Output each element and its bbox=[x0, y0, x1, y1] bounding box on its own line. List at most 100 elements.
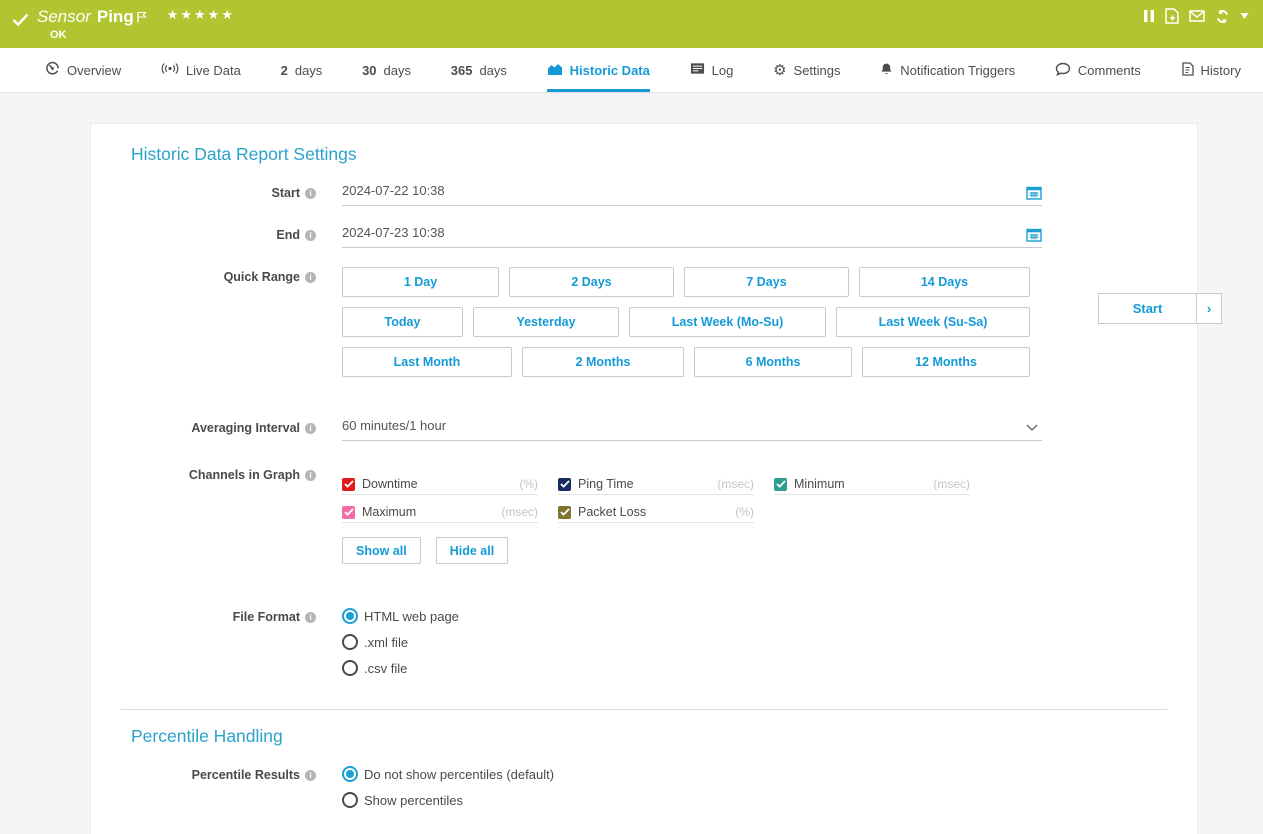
info-icon[interactable]: i bbox=[305, 770, 316, 781]
field-row-end: Endi 2024-07-23 10:38 bbox=[91, 225, 1197, 248]
info-icon[interactable]: i bbox=[305, 188, 316, 199]
sensor-name: Ping bbox=[97, 5, 134, 29]
channel-item-packet-loss[interactable]: Packet Loss (%) bbox=[558, 502, 754, 523]
channel-checkbox[interactable] bbox=[342, 506, 355, 519]
section-title-historic-data-report-settings: Historic Data Report Settings bbox=[131, 144, 1197, 165]
tab-log[interactable]: Log bbox=[690, 48, 734, 92]
gauge-icon bbox=[45, 61, 60, 79]
percentile-option-do-not-show[interactable]: Do not show percentiles (default) bbox=[342, 765, 554, 783]
channel-checkbox[interactable] bbox=[558, 478, 571, 491]
page-content: Historic Data Report Settings Starti 202… bbox=[0, 93, 1263, 834]
status-badge: OK bbox=[50, 29, 67, 41]
field-row-quick-range: Quick Rangei 1 Day 2 Days 7 Days 14 Days… bbox=[91, 267, 1197, 387]
radio-button[interactable] bbox=[342, 792, 358, 808]
percentile-results-label: Percentile Resultsi bbox=[91, 765, 316, 783]
file-format-option-html[interactable]: HTML web page bbox=[342, 607, 459, 625]
info-icon[interactable]: i bbox=[305, 612, 316, 623]
tab-bar: Overview Live Data 2 days 30 days 365 da… bbox=[0, 48, 1263, 93]
radio-button[interactable] bbox=[342, 608, 358, 624]
quick-range-last-month-button[interactable]: Last Month bbox=[342, 347, 512, 377]
caret-down-icon[interactable] bbox=[1240, 13, 1249, 19]
pause-icon[interactable] bbox=[1144, 9, 1155, 23]
calendar-icon[interactable] bbox=[1026, 185, 1042, 204]
quick-range-1-day-button[interactable]: 1 Day bbox=[342, 267, 499, 297]
quick-range-12-months-button[interactable]: 12 Months bbox=[862, 347, 1030, 377]
quick-range-6-months-button[interactable]: 6 Months bbox=[694, 347, 852, 377]
percentile-option-show[interactable]: Show percentiles bbox=[342, 791, 554, 809]
tab-365-days[interactable]: 365 days bbox=[451, 48, 507, 92]
file-format-option-xml[interactable]: .xml file bbox=[342, 633, 459, 651]
quick-range-last-week-su-sa-button[interactable]: Last Week (Su-Sa) bbox=[836, 307, 1030, 337]
chevron-right-button[interactable]: › bbox=[1196, 293, 1222, 324]
hide-all-button[interactable]: Hide all bbox=[436, 537, 508, 564]
quick-range-2-days-button[interactable]: 2 Days bbox=[509, 267, 674, 297]
info-icon[interactable]: i bbox=[305, 470, 316, 481]
channel-item-ping-time[interactable]: Ping Time (msec) bbox=[558, 474, 754, 495]
tab-overview[interactable]: Overview bbox=[45, 48, 121, 92]
channel-grid: Downtime (%) Ping Time (msec) Minimum (m… bbox=[342, 474, 970, 523]
channels-in-graph-label: Channels in Graphi bbox=[91, 465, 316, 483]
averaging-interval-label: Averaging Intervali bbox=[91, 418, 316, 436]
quick-range-7-days-button[interactable]: 7 Days bbox=[684, 267, 849, 297]
quick-range-label: Quick Rangei bbox=[91, 267, 316, 285]
info-icon[interactable]: i bbox=[305, 272, 316, 283]
channel-item-minimum[interactable]: Minimum (msec) bbox=[774, 474, 970, 495]
refresh-icon[interactable] bbox=[1215, 9, 1230, 24]
tab-2-days[interactable]: 2 days bbox=[281, 48, 323, 92]
priority-stars[interactable]: ★★★★★ bbox=[167, 5, 235, 25]
calendar-icon[interactable] bbox=[1026, 227, 1042, 246]
end-date-value: 2024-07-23 10:38 bbox=[342, 225, 445, 240]
radio-button[interactable] bbox=[342, 634, 358, 650]
radio-button[interactable] bbox=[342, 660, 358, 676]
start-label: Starti bbox=[91, 183, 316, 201]
quick-range-2-months-button[interactable]: 2 Months bbox=[522, 347, 684, 377]
section-title-percentile-handling: Percentile Handling bbox=[131, 726, 1197, 747]
start-report-button[interactable]: Start bbox=[1098, 293, 1197, 324]
broadcast-icon bbox=[161, 62, 179, 78]
tab-historic-data[interactable]: Historic Data bbox=[547, 48, 650, 92]
start-date-input[interactable]: 2024-07-22 10:38 bbox=[342, 183, 1042, 206]
field-row-channels-in-graph: Channels in Graphi Downtime (%) Ping Tim… bbox=[91, 465, 1197, 564]
status-ok-check-icon bbox=[12, 13, 29, 31]
tab-live-data[interactable]: Live Data bbox=[161, 48, 241, 92]
quick-range-today-button[interactable]: Today bbox=[342, 307, 463, 337]
radio-button[interactable] bbox=[342, 766, 358, 782]
history-icon bbox=[1181, 62, 1194, 79]
show-all-button[interactable]: Show all bbox=[342, 537, 421, 564]
channel-checkbox[interactable] bbox=[342, 478, 355, 491]
file-format-label: File Formati bbox=[91, 607, 316, 625]
field-row-file-format: File Formati HTML web page .xml file .cs… bbox=[91, 607, 1197, 685]
sensor-header: Sensor Ping ★★★★★ OK bbox=[0, 0, 1263, 48]
report-add-icon[interactable] bbox=[1165, 8, 1179, 24]
channel-checkbox[interactable] bbox=[558, 506, 571, 519]
gear-icon: ⚙ bbox=[773, 63, 786, 78]
file-format-option-csv[interactable]: .csv file bbox=[342, 659, 459, 677]
section-divider bbox=[121, 709, 1167, 710]
flag-icon[interactable] bbox=[137, 6, 147, 30]
quick-range-yesterday-button[interactable]: Yesterday bbox=[473, 307, 619, 337]
tab-notification-triggers[interactable]: Notification Triggers bbox=[880, 48, 1015, 92]
tab-settings[interactable]: ⚙ Settings bbox=[773, 48, 840, 92]
chevron-down-icon bbox=[1026, 424, 1038, 431]
field-row-averaging-interval: Averaging Intervali 60 minutes/1 hour bbox=[91, 418, 1197, 441]
info-icon[interactable]: i bbox=[305, 230, 316, 241]
quick-range-14-days-button[interactable]: 14 Days bbox=[859, 267, 1030, 297]
mail-icon[interactable] bbox=[1189, 10, 1205, 22]
channel-item-downtime[interactable]: Downtime (%) bbox=[342, 474, 538, 495]
start-date-value: 2024-07-22 10:38 bbox=[342, 183, 445, 198]
settings-card: Historic Data Report Settings Starti 202… bbox=[90, 123, 1198, 834]
quick-range-last-week-mo-su-button[interactable]: Last Week (Mo-Su) bbox=[629, 307, 826, 337]
averaging-interval-value: 60 minutes/1 hour bbox=[342, 418, 446, 433]
log-icon bbox=[690, 62, 705, 78]
page-title: Sensor Ping ★★★★★ bbox=[37, 5, 235, 30]
info-icon[interactable]: i bbox=[305, 423, 316, 434]
channel-checkbox[interactable] bbox=[774, 478, 787, 491]
tab-comments[interactable]: Comments bbox=[1055, 48, 1141, 92]
end-label: Endi bbox=[91, 225, 316, 243]
end-date-input[interactable]: 2024-07-23 10:38 bbox=[342, 225, 1042, 248]
tab-30-days[interactable]: 30 days bbox=[362, 48, 411, 92]
tab-history[interactable]: History bbox=[1181, 48, 1241, 92]
field-row-start: Starti 2024-07-22 10:38 bbox=[91, 183, 1197, 206]
averaging-interval-select[interactable]: 60 minutes/1 hour bbox=[342, 418, 1042, 441]
channel-item-maximum[interactable]: Maximum (msec) bbox=[342, 502, 538, 523]
